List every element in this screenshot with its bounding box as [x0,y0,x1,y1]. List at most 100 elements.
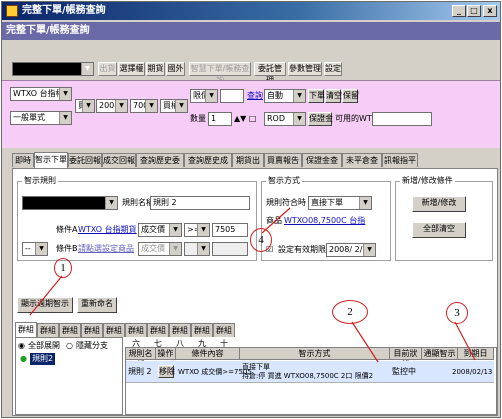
tree-item[interactable]: 規則2 [30,353,56,365]
foreign-button[interactable]: 國外 [166,62,185,76]
smart-order-button[interactable]: 智慧下單/帳務查詢 [189,62,251,85]
options-button[interactable]: 選擇權 [118,62,145,76]
group-tab-2[interactable]: 群組二 [37,323,59,348]
col-header-name[interactable]: 規則名稱 [126,348,156,369]
product-select[interactable]: WTXO 台指權 ▼ [10,87,72,101]
rule-select[interactable]: ▼ [22,196,118,210]
connector-select[interactable]: -- ▼ [22,242,48,256]
price-input[interactable] [220,89,244,103]
cond-a-field-select[interactable]: 成交價 ▼ [138,223,182,237]
callout-2: 2 [332,300,368,324]
group-tab-1[interactable]: 群組一 [15,322,37,347]
col-header-op[interactable]: 操作 [156,348,176,360]
group-tab-3[interactable]: 群組三 [59,323,81,348]
radio-expand[interactable]: ◉ [18,340,25,352]
available-label: 可用的WTX [335,114,378,123]
chevron-down-icon: ▼ [115,100,127,112]
cond-b-product-link[interactable]: 請點選設定商品 [78,243,134,255]
group-tab-6[interactable]: 群組六 [125,323,147,348]
order-manage-button[interactable]: 委託管理 [254,62,286,85]
method-group: 智示方式 規則符合時 直接下單 ▼ 商品 WTXO08,7500C 台指 ☑ 設定… [261,176,391,261]
show-all-button[interactable]: 顯示週期智示 [17,297,73,313]
row-expire: 2008/02/13 [452,368,493,376]
tab-realtime[interactable]: 即時單 [12,153,34,178]
rod-select[interactable]: ROD ▼ [264,112,306,126]
radio-expand-label: 全部展開 [28,341,60,350]
rename-button[interactable]: 重新命名 [77,297,117,313]
tab-withdraw[interactable]: 期貨出金 [232,153,264,178]
tab-open-position[interactable]: 未平倉查詢 [342,153,382,178]
deposit-button[interactable]: 保證金 [308,112,333,126]
tab-smart-order[interactable]: 智示下單 [34,152,68,168]
tab-order-report[interactable]: 委託回報 [68,153,102,167]
minimize-icon[interactable]: _ [452,5,466,17]
tab-trade-report[interactable]: 買賣報告書 [264,153,302,178]
remove-button[interactable]: 移除 [158,365,175,378]
cond-a-value-input[interactable]: 7505 [212,223,248,237]
param-manage-button[interactable]: 參數管理 [288,62,322,76]
settings-button[interactable]: 設定 [324,62,342,76]
tab-margin[interactable]: 保證金查詢 [302,153,342,178]
col-header-cond[interactable]: 條件內容 [176,348,240,360]
table-row[interactable]: 規則 2 移除 WTXO 成交價>=7505 直接下單 持倉:停 買進 WTXO… [126,361,494,383]
group-tab-4[interactable]: 群組四 [81,323,103,348]
callput-select[interactable]: 買權 ▼ [160,99,188,113]
qty-input[interactable]: 1 [208,112,232,126]
group-tab-7[interactable]: 群組七 [147,323,169,348]
chevron-down-icon: ▼ [105,197,117,209]
futures-button[interactable]: 期貨 [146,62,165,76]
tab-fill-report[interactable]: 成交回報 [102,153,136,167]
cond-b-field-select[interactable]: 成交價 ▼ [138,242,182,256]
group-tab-10[interactable]: 群組十 [213,323,235,348]
method-product-link[interactable]: WTXO08,7500C 台指 [284,215,365,227]
callout-1: 1 [54,258,72,278]
col-header-method[interactable]: 智示方式 [240,348,390,360]
group-tab-5[interactable]: 群組五 [103,323,125,348]
side-select[interactable]: 買▼ [75,99,95,113]
qty-stepper-icon[interactable]: ▲▼ □ [234,113,256,125]
radio-collapse[interactable]: ○ [66,340,73,352]
trigger-select[interactable]: 直接下單 ▼ [308,196,372,210]
clear-all-button[interactable]: 全部清空 [412,222,466,238]
rule-name-input[interactable]: 規則 2 [150,196,250,210]
query-link[interactable]: 查詢 [247,90,263,102]
tab-history-fills[interactable]: 查詢歷史成交 [184,153,232,178]
group-tab-9[interactable]: 群組九 [191,323,213,348]
cond-a-product-link[interactable]: WTXO 台指期貨 [78,224,137,236]
radio-collapse-label: 隱藏分支 [76,341,108,350]
stock-button[interactable]: 出貨 [98,62,117,76]
chevron-down-icon: ▼ [175,100,187,112]
chevron-down-icon: ▼ [293,113,305,125]
chevron-down-icon: ▼ [197,224,209,236]
place-order-button[interactable]: 下單 [308,89,325,103]
save-button[interactable]: 保留 [342,89,359,103]
chevron-down-icon: ▼ [59,112,71,124]
col-header-notify[interactable]: 通顯智示 [422,348,458,360]
cond-a-op-select[interactable]: >= ▼ [184,223,210,237]
tab-alert[interactable]: 訊報指平 [382,153,418,167]
expire-date-picker[interactable]: 2008/ 2/13 ▼ [326,243,376,257]
close-icon[interactable]: x [483,5,497,17]
price-mode-select[interactable]: 自動 ▼ [264,89,306,103]
cond-b-value-input[interactable] [212,242,248,256]
cond-b-op-select[interactable]: ▼ [184,242,210,256]
row-status: 監控中 [392,367,416,376]
col-header-expire[interactable]: 到期日 [458,348,494,360]
price-type-select[interactable]: 限價 ▼ [190,89,218,103]
chevron-down-icon: ▼ [82,100,94,112]
order-type-select[interactable]: 一般單式 ▼ [10,111,72,125]
strike-select[interactable]: 7000 ▼ [130,99,158,113]
group-tab-8[interactable]: 群組八 [169,323,191,348]
title-bar[interactable]: 完整下單/帳務查詢 _ □ x [2,2,500,20]
clear-button[interactable]: 清空 [325,89,342,103]
maximize-icon[interactable]: □ [467,5,481,17]
account-select[interactable]: ▼ [12,62,94,76]
add-modify-button[interactable]: 新增/修改 [412,196,466,212]
month-select[interactable]: 200802 ▼ [96,99,128,113]
rule-table: 規則名稱 操作 條件內容 智示方式 目前狀態 通顯智示 到期日 規則 2 移除 … [125,347,497,415]
chevron-down-icon: ▼ [363,244,375,256]
tab-history-orders[interactable]: 查詢歷史委託 [136,153,184,178]
chevron-down-icon: ▼ [81,63,93,75]
col-header-status[interactable]: 目前狀態 [390,348,422,369]
chevron-down-icon: ▼ [35,243,47,255]
